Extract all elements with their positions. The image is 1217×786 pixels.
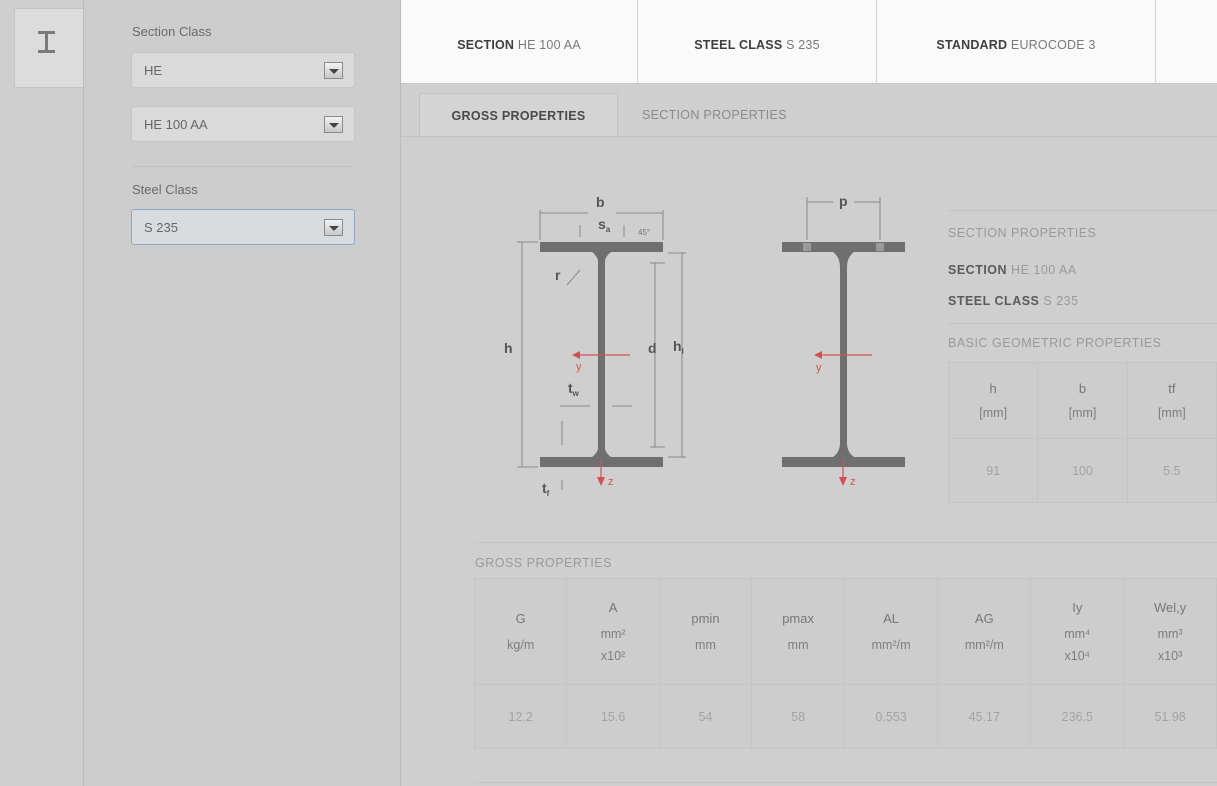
section-class-select[interactable]: HE bbox=[131, 52, 355, 88]
table-cell: 51.98 bbox=[1123, 684, 1217, 749]
icon-rail bbox=[0, 0, 84, 786]
column-unit-scale: x10² bbox=[600, 649, 626, 663]
tab-section-properties[interactable]: SECTION PROPERTIES bbox=[622, 93, 842, 136]
info-section: SECTION HE 100 AA bbox=[401, 0, 638, 83]
i-beam-tab[interactable] bbox=[14, 8, 83, 88]
column-unit: mm³ bbox=[1157, 627, 1183, 641]
column-unit: mm² bbox=[600, 627, 626, 641]
tab-gross-properties[interactable]: GROSS PROPERTIES bbox=[419, 93, 618, 136]
table-cell: 0.553 bbox=[843, 684, 939, 749]
chevron-down-icon[interactable] bbox=[324, 116, 343, 133]
table-header-cell: b [mm] bbox=[1037, 362, 1128, 439]
basic-geometric-table: h [mm] b [mm] tf [mm] 91 100 5.5 bbox=[947, 362, 1217, 503]
table-cell: 15.6 bbox=[566, 684, 660, 749]
info-steel-class: STEEL CLASS S 235 bbox=[638, 0, 877, 83]
table-header-cell: tf [mm] bbox=[1126, 362, 1217, 439]
column-unit: mm bbox=[787, 638, 809, 652]
divider bbox=[475, 542, 1217, 543]
section-select[interactable]: HE 100 AA bbox=[131, 106, 355, 142]
axis-z: z bbox=[850, 476, 856, 488]
column-symbol: pmax bbox=[782, 611, 814, 626]
table-cell: 236.5 bbox=[1030, 684, 1125, 749]
divider bbox=[475, 782, 1217, 783]
column-unit: kg/m bbox=[507, 638, 535, 652]
dim-tw: tw bbox=[568, 380, 580, 398]
info-standard-key: STANDARD bbox=[936, 38, 1008, 52]
dim-r: r bbox=[555, 267, 561, 283]
steel-class-value: S 235 bbox=[144, 220, 178, 235]
i-beam-icon bbox=[38, 31, 55, 53]
table-header-cell: h [mm] bbox=[947, 362, 1039, 439]
dim-angle: 45° bbox=[638, 228, 650, 237]
dim-s: sa bbox=[598, 216, 611, 234]
column-symbol: A bbox=[608, 600, 618, 615]
info-section-value: HE 100 AA bbox=[517, 38, 581, 52]
chevron-down-icon[interactable] bbox=[324, 219, 343, 236]
axis-y: y bbox=[816, 362, 822, 374]
axis-y: y bbox=[576, 361, 582, 373]
section-properties-title: SECTION PROPERTIES bbox=[948, 226, 1097, 240]
steel-class-label: Steel Class bbox=[132, 182, 198, 197]
table-header-cell: pmin mm bbox=[658, 578, 753, 685]
column-unit: mm⁴ bbox=[1064, 627, 1091, 641]
info-steel-value: S 235 bbox=[786, 38, 820, 52]
sp-steel-line: STEEL CLASS S 235 bbox=[948, 294, 1079, 308]
chevron-down-icon[interactable] bbox=[324, 62, 343, 79]
info-standard: STANDARD EUROCODE 3 bbox=[877, 0, 1156, 83]
section-class-label: Section Class bbox=[132, 24, 212, 39]
i-beam-dimension-diagram: b sa r h d hl tw tf 45° y z bbox=[504, 194, 686, 498]
divider bbox=[948, 323, 1217, 324]
column-unit: mm bbox=[695, 638, 716, 652]
info-steel-key: STEEL CLASS bbox=[694, 38, 783, 52]
column-symbol: AL bbox=[883, 611, 900, 626]
gross-properties-title: GROSS PROPERTIES bbox=[475, 556, 612, 570]
i-beam-p-diagram: p y z bbox=[782, 193, 905, 488]
tab-divider bbox=[401, 136, 1217, 137]
divider bbox=[948, 210, 1217, 211]
table-header-cell: Iy mm⁴ x10⁴ bbox=[1030, 578, 1125, 685]
column-symbol: pmin bbox=[691, 611, 720, 626]
column-symbol: G bbox=[515, 611, 526, 626]
table-header-cell: Wel,y mm³ x10³ bbox=[1123, 578, 1217, 685]
column-symbol: Iy bbox=[1072, 600, 1083, 615]
column-unit: mm²/m bbox=[871, 638, 911, 652]
section-value: HE 100 AA bbox=[144, 117, 208, 132]
info-bar: SECTION HE 100 AA STEEL CLASS S 235 STAN… bbox=[401, 0, 1217, 84]
table-cell: 12.2 bbox=[473, 684, 568, 749]
column-symbol: Wel,y bbox=[1153, 600, 1187, 615]
dim-p: p bbox=[839, 193, 848, 209]
table-header-cell: AL mm²/m bbox=[843, 578, 939, 685]
dim-tf: tf bbox=[542, 480, 550, 498]
section-class-value: HE bbox=[144, 63, 163, 78]
info-standard-value: EUROCODE 3 bbox=[1010, 38, 1096, 52]
table-header-cell: Gkg/m bbox=[473, 578, 568, 685]
table-cell: 5.5 bbox=[1126, 438, 1217, 503]
table-cell: 58 bbox=[751, 684, 845, 749]
table-cell: 45.17 bbox=[937, 684, 1032, 749]
dim-d: d bbox=[648, 340, 657, 356]
column-symbol: AG bbox=[974, 611, 994, 626]
info-section-key: SECTION bbox=[457, 38, 515, 52]
dim-h: h bbox=[504, 340, 513, 356]
column-unit-scale: x10⁴ bbox=[1064, 649, 1091, 663]
gross-properties-table: Gkg/m Amm² x10² pmin mm pmax mm AL mm²/m AG mm²/m I… bbox=[473, 578, 1217, 749]
table-header-cell: Amm² x10² bbox=[566, 578, 660, 685]
axis-z: z bbox=[608, 476, 614, 488]
steel-class-select[interactable]: S 235 bbox=[131, 209, 355, 245]
column-unit: mm²/m bbox=[964, 638, 1004, 652]
sp-section-line: SECTION HE 100 AA bbox=[948, 263, 1077, 277]
table-header-cell: AG mm²/m bbox=[937, 578, 1032, 685]
divider bbox=[132, 166, 354, 167]
basic-geometric-title: BASIC GEOMETRIC PROPERTIES bbox=[948, 336, 1162, 350]
table-cell: 54 bbox=[658, 684, 753, 749]
table-header-cell: pmax mm bbox=[751, 578, 845, 685]
dim-b: b bbox=[596, 194, 605, 210]
table-cell: 91 bbox=[947, 438, 1039, 503]
column-unit-scale: x10³ bbox=[1157, 649, 1183, 663]
table-cell: 100 bbox=[1037, 438, 1128, 503]
